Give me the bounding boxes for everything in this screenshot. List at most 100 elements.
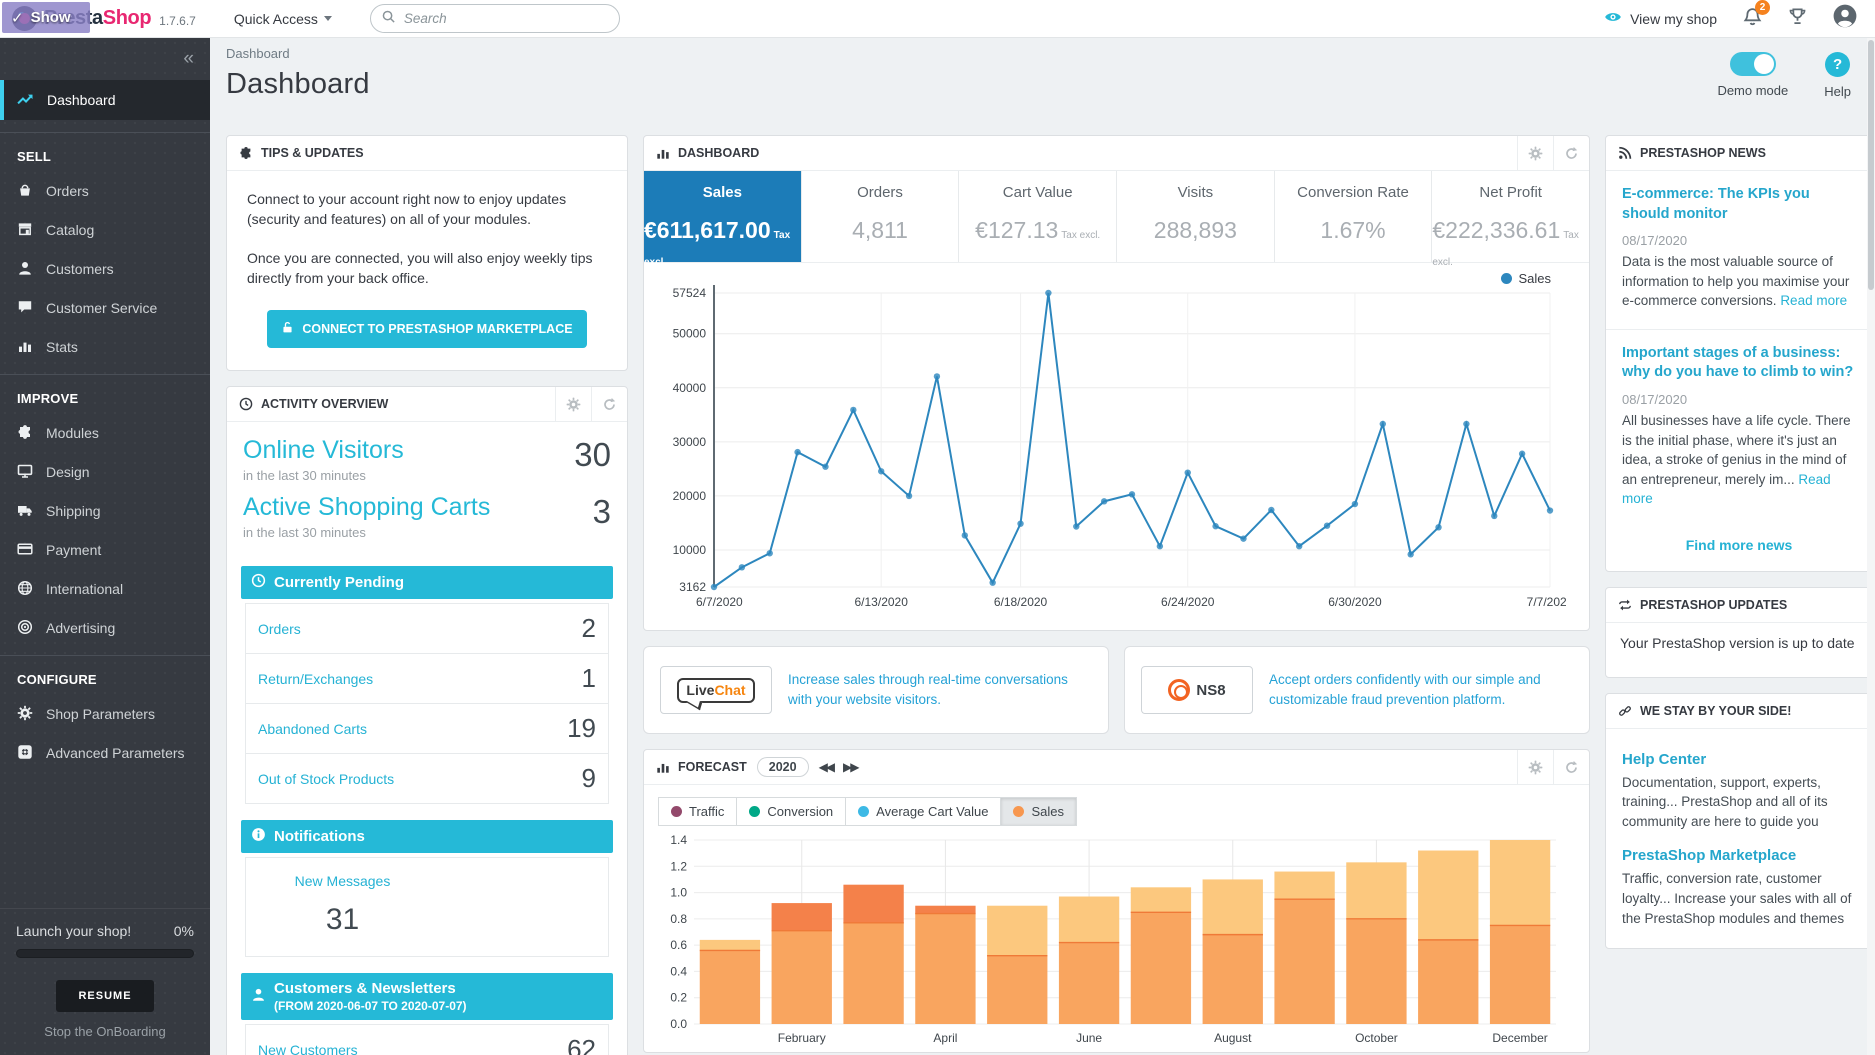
sidebar-item-advanced-parameters[interactable]: Advanced Parameters <box>0 738 210 768</box>
metric-value: €611,617.00 <box>644 217 771 243</box>
scrollbar-thumb[interactable] <box>1868 40 1874 290</box>
quick-access-menu[interactable]: Quick Access <box>234 11 332 27</box>
panel-settings-button[interactable] <box>1517 136 1553 170</box>
sidebar-section-label: IMPROVE <box>17 391 210 406</box>
metric-value: 4,811 <box>852 217 908 243</box>
group-title: Notifications <box>274 828 365 845</box>
news-article-title[interactable]: Important stages of a business: why do y… <box>1622 344 1856 383</box>
list-item: New Messages31 <box>246 857 608 956</box>
sidebar-divider <box>0 655 210 656</box>
panel-title: PRESTASHOP NEWS <box>1640 146 1766 160</box>
check-icon: ✓ <box>11 9 24 27</box>
support-links: Help CenterDocumentation, support, exper… <box>1606 729 1872 948</box>
row-link[interactable]: New Messages <box>295 873 391 889</box>
find-more-news-link[interactable]: Find more news <box>1606 527 1872 571</box>
activity-stat: Online Visitorsin the last 30 minutes30 <box>243 436 611 483</box>
stats-icon <box>17 338 33 357</box>
row-link[interactable]: Return/Exchanges <box>258 671 373 687</box>
news-article-title[interactable]: E-commerce: The KPIs you should monitor <box>1622 185 1856 224</box>
forecast-tab-conversion[interactable]: Conversion <box>737 797 846 826</box>
sidebar-item-international[interactable]: International <box>0 574 210 604</box>
svg-text:August: August <box>1214 1031 1252 1045</box>
row-link[interactable]: Orders <box>258 621 301 637</box>
svg-text:1.4: 1.4 <box>670 833 687 847</box>
connect-marketplace-button[interactable]: CONNECT TO PRESTASHOP MARKETPLACE <box>267 310 586 348</box>
svg-text:October: October <box>1355 1031 1398 1045</box>
sidebar-divider <box>0 132 210 133</box>
bar-chart-icon <box>656 760 670 774</box>
sidebar-item-payment[interactable]: Payment <box>0 535 210 565</box>
list-item: Out of Stock Products9 <box>246 753 608 803</box>
sidebar-item-modules[interactable]: Modules <box>0 418 210 448</box>
metric-tab-orders[interactable]: Orders4,811 <box>802 171 960 262</box>
sync-icon <box>1618 598 1632 612</box>
sidebar-item-catalog[interactable]: Catalog <box>0 215 210 245</box>
resume-button[interactable]: RESUME <box>56 980 153 1012</box>
support-link-title[interactable]: Help Center <box>1622 751 1856 768</box>
metric-tab-visits[interactable]: Visits288,893 <box>1117 171 1275 262</box>
achievements-trophy[interactable] <box>1788 7 1807 31</box>
panel-settings-button[interactable] <box>555 387 591 421</box>
sidebar-item-label: Shop Parameters <box>46 706 155 722</box>
bar-chart-icon <box>656 146 670 160</box>
read-more-link[interactable]: Read more <box>1780 293 1847 308</box>
notification-badge: 2 <box>1755 0 1770 15</box>
panel-refresh-button[interactable] <box>1553 750 1589 784</box>
stat-label[interactable]: Active Shopping Carts <box>243 493 490 522</box>
page-title: Dashboard <box>226 68 1875 101</box>
search-bar[interactable] <box>370 4 620 33</box>
panel-refresh-button[interactable] <box>1553 136 1589 170</box>
forecast-next-button[interactable]: ▶▶ <box>843 760 857 774</box>
help-icon[interactable]: ? <box>1825 52 1850 77</box>
view-my-shop-link[interactable]: View my shop <box>1604 8 1717 29</box>
clock-icon <box>239 397 253 411</box>
tab-label: Traffic <box>689 804 724 819</box>
panel-title: TIPS & UPDATES <box>261 146 364 160</box>
sidebar-item-dashboard[interactable]: Dashboard <box>0 80 210 120</box>
forecast-year[interactable]: 2020 <box>757 757 809 777</box>
sidebar-item-design[interactable]: Design <box>0 457 210 487</box>
page-scrollbar[interactable] <box>1867 38 1875 1055</box>
demo-mode-toggle[interactable] <box>1730 52 1776 76</box>
forecast-tab-sales[interactable]: Sales <box>1001 797 1077 826</box>
sidebar-item-stats[interactable]: Stats <box>0 332 210 362</box>
notifications-bell[interactable]: 2 <box>1743 7 1762 31</box>
sidebar-item-customer-service[interactable]: Customer Service <box>0 293 210 323</box>
sidebar-item-shipping[interactable]: Shipping <box>0 496 210 526</box>
list-item: Abandoned Carts19 <box>246 703 608 753</box>
sidebar-collapse-button[interactable]: « <box>0 38 210 80</box>
metric-tab-sales[interactable]: Sales€611,617.00Tax excl. <box>644 171 802 262</box>
stat-label[interactable]: Online Visitors <box>243 436 404 465</box>
panel-title: ACTIVITY OVERVIEW <box>261 397 388 411</box>
row-link[interactable]: Abandoned Carts <box>258 721 367 737</box>
panel-settings-button[interactable] <box>1517 750 1553 784</box>
sidebar: « Dashboard SELLOrdersCatalogCustomersCu… <box>0 38 210 1055</box>
search-input[interactable] <box>404 11 609 26</box>
metric-tab-conversion-rate[interactable]: Conversion Rate1.67% <box>1275 171 1433 262</box>
puzzle-icon <box>239 146 253 160</box>
forecast-tab-traffic[interactable]: Traffic <box>658 797 737 826</box>
sidebar-item-shop-parameters[interactable]: Shop Parameters <box>0 699 210 729</box>
group-title: Currently Pending <box>274 574 404 591</box>
sidebar-item-advertising[interactable]: Advertising <box>0 613 210 643</box>
sidebar-item-label: Orders <box>46 183 89 199</box>
forecast-tab-average-cart-value[interactable]: Average Cart Value <box>846 797 1001 826</box>
panel-refresh-button[interactable] <box>591 387 627 421</box>
employee-avatar[interactable] <box>1833 4 1857 33</box>
sidebar-item-orders[interactable]: Orders <box>0 176 210 206</box>
chart-legend: Sales <box>1501 271 1551 286</box>
ns8-ad[interactable]: NS8 Accept orders confidently with our s… <box>1124 646 1590 734</box>
puzzle-icon <box>17 424 33 443</box>
row-link[interactable]: New Customers <box>258 1042 358 1055</box>
metric-tab-cart-value[interactable]: Cart Value€127.13Tax excl. <box>959 171 1117 262</box>
stat-value: 30 <box>574 436 611 474</box>
stop-onboarding-link[interactable]: Stop the OnBoarding <box>16 1024 194 1039</box>
livechat-ad[interactable]: LiveChat Increase sales through real-tim… <box>643 646 1109 734</box>
sidebar-item-customers[interactable]: Customers <box>0 254 210 284</box>
card-icon <box>17 541 33 560</box>
row-link[interactable]: Out of Stock Products <box>258 771 394 787</box>
support-link-title[interactable]: PrestaShop Marketplace <box>1622 847 1856 864</box>
svg-text:7/7/2020: 7/7/2020 <box>1527 595 1566 609</box>
forecast-prev-button[interactable]: ◀◀ <box>819 760 833 774</box>
metric-tab-net-profit[interactable]: Net Profit€222,336.61Tax excl. <box>1432 171 1589 262</box>
